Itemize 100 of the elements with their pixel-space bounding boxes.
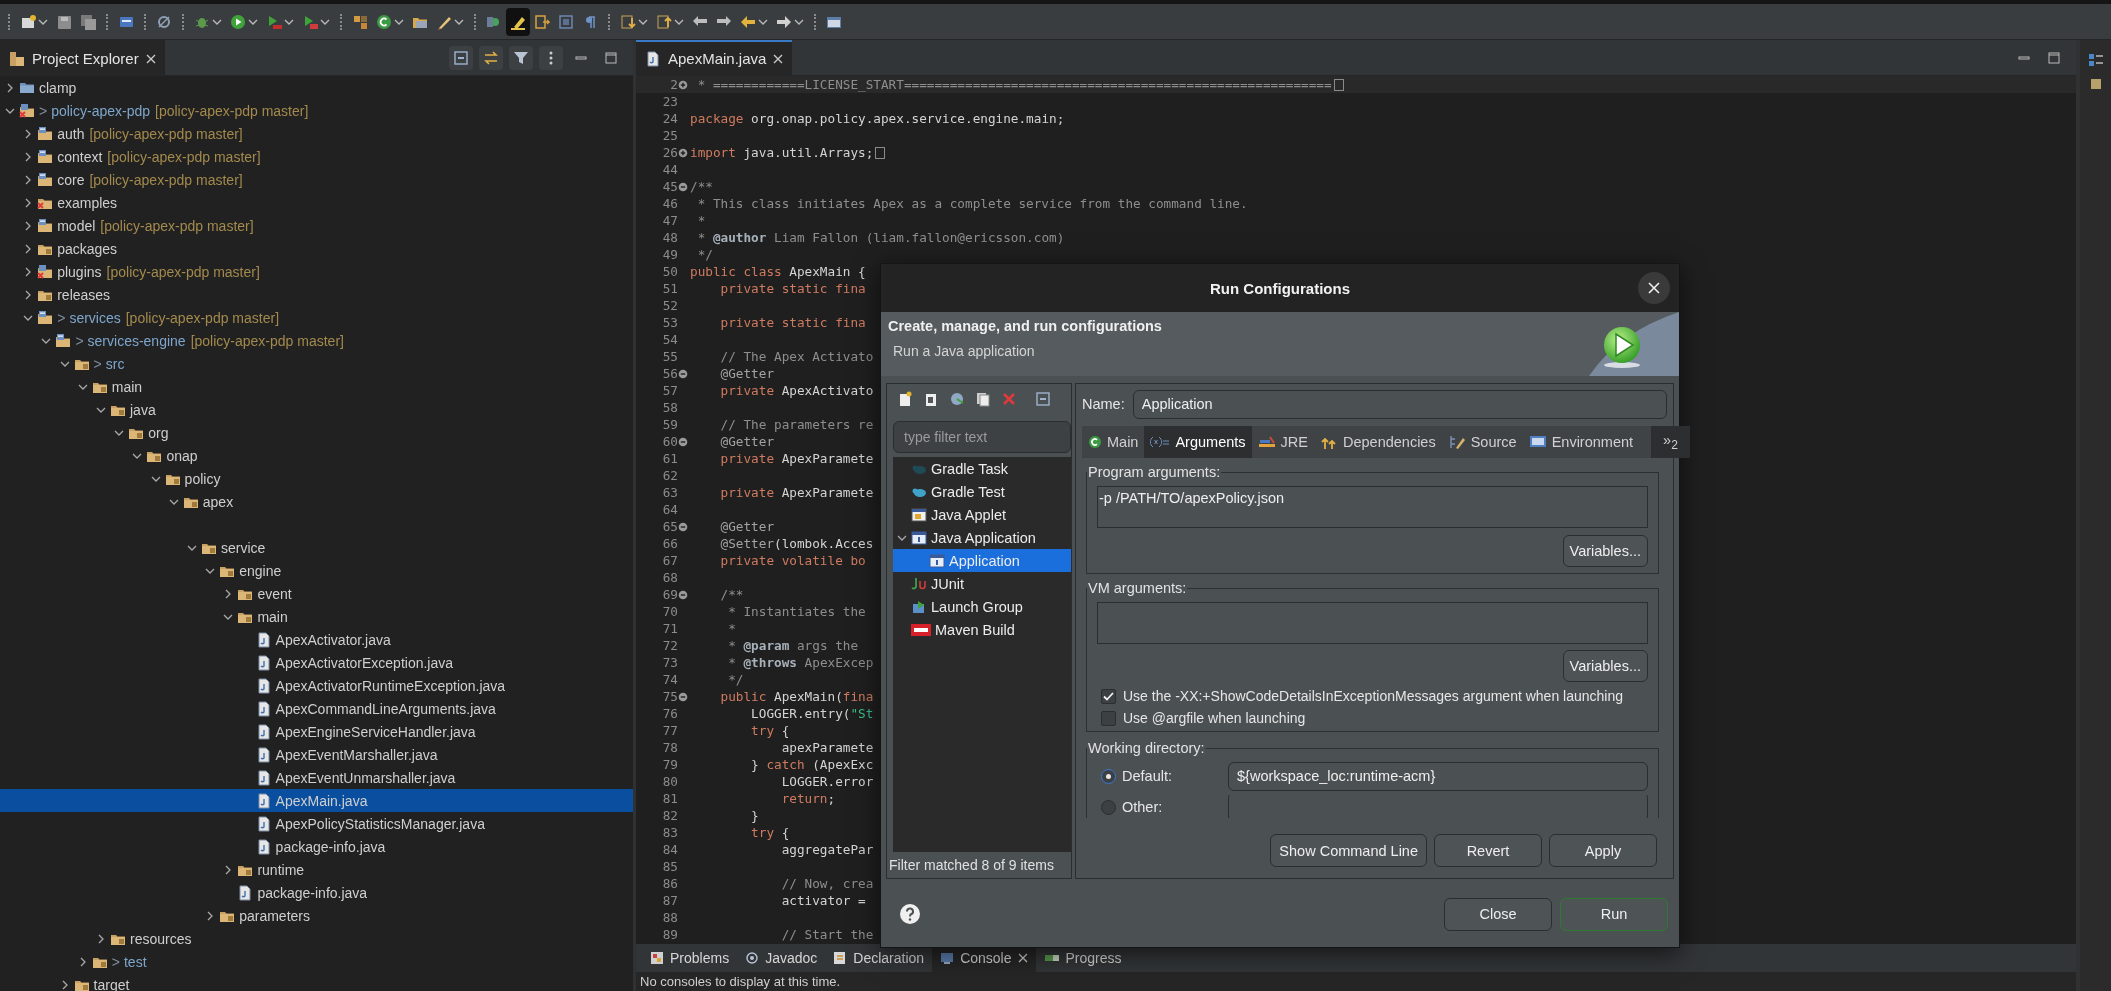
tree-item[interactable]: model [policy-apex-pdp master]	[0, 214, 633, 237]
config-tab[interactable]: JRE	[1251, 426, 1314, 458]
configuration-item[interactable]: Application	[893, 549, 1071, 572]
new-file-icon	[897, 391, 913, 407]
tree-item[interactable]: main	[0, 605, 633, 628]
configuration-item[interactable]: Gradle Task	[893, 457, 1071, 480]
code-line: /**	[719, 587, 744, 602]
tree-item[interactable]: context [policy-apex-pdp master]	[0, 145, 633, 168]
view-menu-button[interactable]	[539, 45, 563, 70]
program-arguments-field[interactable]: -p /PATH/TO/apexPolicy.json	[1097, 486, 1648, 528]
tree-item[interactable]: ApexActivatorException.java	[0, 651, 633, 674]
more-tabs-button[interactable]: »$_{2}$	[1651, 426, 1690, 458]
action-button[interactable]: Show Command Line	[1270, 834, 1427, 867]
tree-item[interactable]: examples	[0, 191, 633, 214]
tree-item[interactable]: onap	[0, 444, 633, 467]
tree-item[interactable]: plugins [policy-apex-pdp master]	[0, 260, 633, 283]
checkbox[interactable]	[1101, 688, 1116, 704]
radio-button[interactable]	[1101, 768, 1116, 784]
action-button[interactable]: Apply	[1549, 834, 1657, 867]
configuration-item[interactable]: Gradle Test	[893, 480, 1071, 503]
tree-item[interactable]: package-info.java	[0, 835, 633, 858]
directory-field[interactable]: ${workspace_loc:runtime-acm}	[1228, 761, 1648, 791]
tree-item[interactable]: > policy-apex-pdp [policy-apex-pdp master]	[0, 99, 633, 122]
tree-item[interactable]: ApexPolicyStatisticsManager.java	[0, 812, 633, 835]
tree-item[interactable]: ApexMain.java	[0, 789, 633, 812]
tree-item[interactable]: > services-engine [policy-apex-pdp master]	[0, 329, 633, 352]
toolbar-button[interactable]	[506, 7, 530, 36]
tree-item[interactable]: main	[0, 375, 633, 398]
view-tab[interactable]: Project Explorer	[0, 40, 165, 75]
tree-item[interactable]: engine	[0, 559, 633, 582]
collapse-all-button[interactable]	[449, 45, 473, 70]
configuration-item[interactable]: JUnit	[893, 572, 1071, 595]
configuration-item[interactable]: Java Application	[893, 526, 1071, 549]
tree-item[interactable]: service	[0, 536, 633, 559]
export-button[interactable]	[949, 391, 965, 407]
tree-item[interactable]: java	[0, 398, 633, 421]
tree-item[interactable]: parameters	[0, 904, 633, 927]
close-icon[interactable]	[773, 53, 784, 64]
tree-item[interactable]: core [policy-apex-pdp master]	[0, 168, 633, 191]
tree-item[interactable]: ApexEventMarshaller.java	[0, 743, 633, 766]
collapse-fold-icon[interactable]	[678, 436, 688, 447]
collapse-fold-icon[interactable]	[678, 368, 688, 379]
tree-item[interactable]: package-info.java	[0, 881, 633, 904]
tree-item[interactable]: > src	[0, 352, 633, 375]
collapse-fold-icon[interactable]	[678, 521, 688, 532]
action-button[interactable]: Revert	[1434, 834, 1542, 867]
panel-tab[interactable]: Javadoc	[737, 944, 826, 972]
panel-tab[interactable]: Progress	[1035, 944, 1130, 972]
tree-item[interactable]: packages	[0, 237, 633, 260]
config-tab[interactable]: Environment	[1522, 426, 1640, 458]
filter-button[interactable]	[509, 45, 533, 70]
tree-item[interactable]: org	[0, 421, 633, 444]
tree-item[interactable]: apex	[0, 490, 633, 513]
dialog-button[interactable]: Close	[1444, 897, 1552, 931]
vm-arguments-field[interactable]	[1097, 602, 1648, 644]
filter-field[interactable]: type filter text	[893, 421, 1071, 453]
tree-item[interactable]: > test	[0, 950, 633, 973]
variables-button[interactable]: Variables...	[1562, 535, 1648, 567]
editor-tab[interactable]: ApexMain.java	[636, 40, 793, 75]
variables-button[interactable]: Variables...	[1562, 650, 1648, 682]
config-tab[interactable]: Main	[1082, 426, 1145, 458]
tree-item[interactable]: ApexEventUnmarshaller.java	[0, 766, 633, 789]
link-editor-button[interactable]	[479, 45, 503, 70]
configuration-item[interactable]: Java Applet	[893, 503, 1071, 526]
tree-item[interactable]: ApexCommandLineArguments.java	[0, 697, 633, 720]
tree-item[interactable]: resources	[0, 927, 633, 950]
tree-item[interactable]: auth [policy-apex-pdp master]	[0, 122, 633, 145]
collapse-fold-icon[interactable]	[678, 181, 688, 192]
new-configuration-button[interactable]	[897, 391, 913, 407]
tree-item[interactable]: > services [policy-apex-pdp master]	[0, 306, 633, 329]
collapse-all-button[interactable]	[1035, 391, 1051, 407]
tree-item[interactable]: clamp	[0, 76, 633, 99]
expand-fold-icon[interactable]	[678, 79, 688, 90]
tree-item[interactable]: event	[0, 582, 633, 605]
dialog-button[interactable]: Run	[1560, 897, 1668, 931]
configuration-item[interactable]: Maven Build	[893, 618, 1071, 641]
checkbox[interactable]	[1101, 710, 1116, 726]
new-prototype-button[interactable]	[923, 391, 939, 407]
panel-tab[interactable]: Declaration	[825, 944, 933, 972]
collapse-fold-icon[interactable]	[678, 589, 688, 600]
close-icon[interactable]	[145, 53, 156, 64]
panel-tab[interactable]: Problems	[642, 944, 738, 972]
name-field[interactable]: Application	[1132, 389, 1667, 419]
config-tab[interactable]: Arguments	[1144, 426, 1252, 458]
tree-item[interactable]: runtime	[0, 858, 633, 881]
radio-button[interactable]	[1101, 799, 1116, 815]
close-icon[interactable]	[1017, 953, 1028, 963]
expand-fold-icon[interactable]	[678, 147, 688, 158]
tree-item[interactable]: ApexActivatorRuntimeException.java	[0, 674, 633, 697]
duplicate-button[interactable]	[975, 391, 991, 407]
tree-item[interactable]: ApexActivator.java	[0, 628, 633, 651]
close-button[interactable]	[1638, 272, 1670, 304]
help-icon[interactable]	[899, 903, 921, 925]
config-tab[interactable]: Dependencies	[1313, 426, 1442, 458]
tree-item[interactable]: policy	[0, 467, 633, 490]
configuration-item[interactable]: Launch Group	[893, 595, 1071, 618]
tree-item[interactable]: ApexEngineServiceHandler.java	[0, 720, 633, 743]
collapse-fold-icon[interactable]	[678, 691, 688, 702]
config-tab[interactable]: Source	[1441, 426, 1523, 458]
tree-item[interactable]: releases	[0, 283, 633, 306]
